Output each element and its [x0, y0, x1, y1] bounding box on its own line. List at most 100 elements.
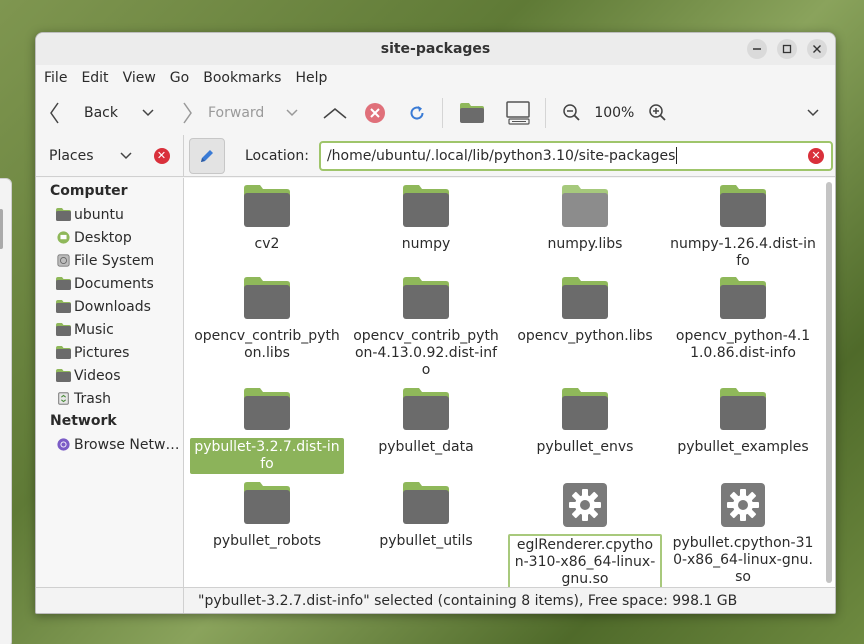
zoom-in-icon: [649, 104, 666, 121]
file-name: numpy: [401, 236, 451, 252]
close-icon: [813, 45, 821, 53]
folder-icon: [719, 276, 767, 324]
folder-item[interactable]: opencv_python.libs: [506, 276, 664, 346]
sidebar-item-music[interactable]: Music: [36, 318, 183, 341]
folder-icon: [56, 300, 71, 313]
close-sidebar-button[interactable]: ✕: [153, 147, 170, 164]
sidebar-item-label: File System: [74, 252, 155, 269]
stop-icon: [365, 103, 386, 123]
sidebar-item-browse-netw[interactable]: Browse Netw…: [36, 433, 183, 456]
computer-icon: [506, 101, 531, 125]
location-path: /home/ubuntu/.local/lib/python3.10/site-…: [326, 147, 676, 164]
sidebar-item-trash[interactable]: Trash: [36, 387, 183, 410]
menu-bookmarks[interactable]: Bookmarks: [203, 70, 281, 86]
forward-label: Forward: [208, 105, 265, 121]
reload-button[interactable]: [408, 104, 426, 122]
toolbar-separator: [442, 98, 444, 128]
zoom-in-button[interactable]: [648, 103, 668, 123]
toggle-location-entry-button[interactable]: [189, 137, 225, 174]
back-button[interactable]: Back: [48, 101, 118, 125]
location-bar: Places ✕ Location: /home/ubuntu/.local/l…: [36, 134, 835, 177]
folder-icon: [402, 276, 450, 324]
folder-item[interactable]: cv2: [188, 184, 346, 254]
sidebar-item-file-system[interactable]: File System: [36, 249, 183, 272]
chevron-right-icon: [183, 102, 192, 124]
pencil-icon: [201, 149, 213, 162]
sidebar-item-label: Pictures: [74, 344, 130, 361]
location-input[interactable]: /home/ubuntu/.local/lib/python3.10/site-…: [318, 140, 833, 171]
folder-icon: [402, 481, 450, 529]
places-header: Places ✕: [36, 134, 184, 177]
folder-icon: [402, 387, 450, 435]
file-item[interactable]: pybullet.cpython-310-x86_64-linux-gnu.so: [664, 481, 822, 587]
sidebar-item-ubuntu[interactable]: ubuntu: [36, 203, 183, 226]
toolbar-overflow-dropdown[interactable]: [807, 109, 819, 117]
file-manager-window: site-packages File Edit View Go Bookmarks Hel…: [35, 32, 836, 614]
folder-item[interactable]: pybullet_utils: [347, 481, 505, 551]
folder-item[interactable]: numpy-1.26.4.dist-info: [664, 184, 822, 271]
sidebar-item-videos[interactable]: Videos: [36, 364, 183, 387]
folder-icon: [719, 184, 767, 232]
minimize-button[interactable]: [747, 39, 767, 59]
folder-item[interactable]: pybullet_envs: [506, 387, 664, 457]
sidebar-item-documents[interactable]: Documents: [36, 272, 183, 295]
clear-location-button[interactable]: ✕: [807, 147, 824, 164]
back-history-dropdown[interactable]: [142, 109, 154, 117]
file-item[interactable]: eglRenderer.cpython-310-x86_64-linux-gnu…: [506, 481, 664, 591]
forward-button[interactable]: Forward: [180, 101, 264, 125]
up-button[interactable]: [322, 106, 348, 120]
desktop-icon: [57, 231, 70, 244]
scrollbar[interactable]: [826, 182, 832, 583]
maximize-button[interactable]: [777, 39, 797, 59]
folder-icon: [561, 387, 609, 435]
folder-icon: [561, 184, 609, 232]
folder-item[interactable]: numpy: [347, 184, 505, 254]
statusbar: "pybullet-3.2.7.dist-info" selected (con…: [36, 587, 835, 613]
computer-button[interactable]: [505, 101, 531, 125]
menu-file[interactable]: File: [44, 70, 67, 86]
sidebar-item-label: Desktop: [74, 229, 132, 246]
folder-item[interactable]: opencv_contrib_python-4.13.0.92.dist-inf…: [347, 276, 505, 380]
chevron-down-icon[interactable]: [119, 151, 132, 160]
file-name: eglRenderer.cpython-310-x86_64-linux-gnu…: [508, 534, 662, 591]
menu-help[interactable]: Help: [295, 70, 327, 86]
menubar: File Edit View Go Bookmarks Help: [36, 65, 835, 91]
status-text: "pybullet-3.2.7.dist-info" selected (con…: [198, 592, 738, 609]
folder-item[interactable]: opencv_contrib_python.libs: [188, 276, 346, 363]
folder-item[interactable]: pybullet_examples: [664, 387, 822, 457]
sidebar-item-label: Browse Netw…: [74, 436, 180, 453]
menu-view[interactable]: View: [123, 70, 156, 86]
window-title: site-packages: [380, 41, 491, 57]
folder-item[interactable]: pybullet_robots: [188, 481, 346, 551]
zoom-level[interactable]: 100%: [594, 105, 634, 121]
file-name: pybullet_utils: [379, 533, 473, 549]
reload-icon: [410, 106, 424, 120]
toolbar: Back Forward 100%: [36, 91, 835, 135]
places-selector[interactable]: Places: [49, 148, 94, 164]
folder-icon: [56, 208, 71, 221]
folder-item[interactable]: opencv_python-4.11.0.86.dist-info: [664, 276, 822, 363]
folder-icon: [56, 346, 71, 359]
stop-button[interactable]: [364, 102, 386, 124]
folder-icon: [243, 184, 291, 232]
file-name: pybullet.cpython-310-x86_64-linux-gnu.so: [672, 535, 814, 585]
forward-history-dropdown[interactable]: [286, 109, 298, 117]
zoom-out-icon: [563, 104, 580, 121]
close-window-button[interactable]: [807, 39, 827, 59]
menu-edit[interactable]: Edit: [81, 70, 108, 86]
home-folder-button[interactable]: [459, 102, 485, 124]
folder-item[interactable]: numpy.libs: [506, 184, 664, 254]
file-name: pybullet-3.2.7.dist-info: [190, 438, 344, 474]
folder-item[interactable]: pybullet-3.2.7.dist-info: [188, 387, 346, 474]
sidebar-item-label: Videos: [74, 367, 121, 384]
drive-icon: [57, 254, 70, 267]
file-name: cv2: [254, 236, 280, 252]
folder-icon: [719, 387, 767, 435]
sidebar-item-downloads[interactable]: Downloads: [36, 295, 183, 318]
menu-go[interactable]: Go: [170, 70, 189, 86]
sidebar-item-desktop[interactable]: Desktop: [36, 226, 183, 249]
sidebar-item-pictures[interactable]: Pictures: [36, 341, 183, 364]
zoom-out-button[interactable]: [562, 103, 582, 123]
folder-item[interactable]: pybullet_data: [347, 387, 505, 457]
file-name: numpy-1.26.4.dist-info: [670, 236, 816, 269]
